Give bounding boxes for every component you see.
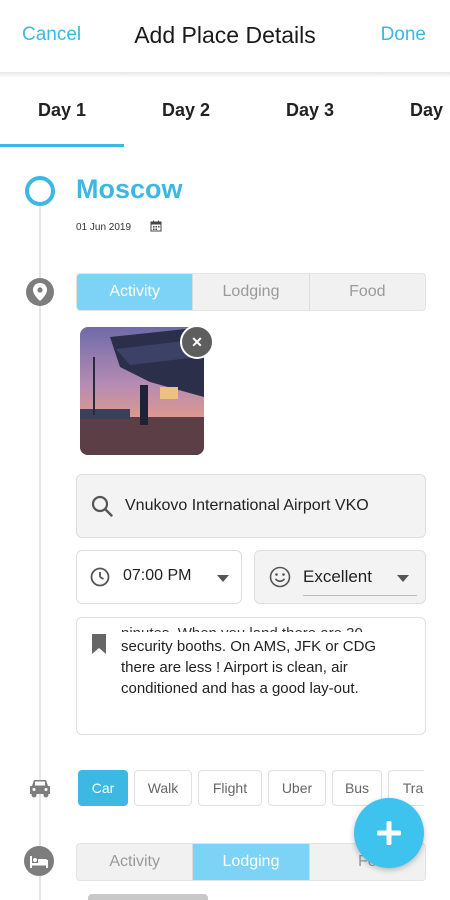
notes-scrolled-text: ninutes. When you land there are 30	[121, 624, 363, 632]
category-segmented-control: Activity Lodging Food	[76, 273, 426, 311]
header: Cancel Add Place Details Done	[0, 0, 450, 72]
city-title: Moscow	[76, 174, 183, 204]
remove-photo-button[interactable]: ✕	[180, 325, 214, 359]
tab-day-1[interactable]: Day 1	[38, 100, 86, 121]
segment-lodging[interactable]: Lodging	[193, 274, 310, 310]
tab-day-4[interactable]: Day	[410, 100, 443, 121]
search-icon	[91, 495, 113, 517]
rating-value: Excellent	[303, 567, 372, 586]
segment-activity[interactable]: Activity	[77, 844, 194, 880]
transport-walk[interactable]: Walk	[134, 770, 192, 806]
rating-underline	[303, 595, 417, 596]
segment-activity[interactable]: Activity	[77, 274, 194, 310]
day-tabs: Day 1 Day 2 Day 3 Day	[0, 78, 450, 148]
chevron-down-icon	[217, 575, 229, 582]
active-tab-indicator	[0, 144, 124, 147]
tab-day-2[interactable]: Day 2	[162, 100, 210, 121]
done-button[interactable]: Done	[381, 24, 426, 46]
rating-picker[interactable]: Excellent	[254, 550, 426, 604]
clock-icon	[90, 567, 110, 587]
chevron-down-icon	[397, 575, 409, 582]
notes-text: security booths. On AMS, JFK or CDG ther…	[121, 638, 377, 697]
time-picker[interactable]: 07:00 PM	[76, 550, 242, 604]
search-input-value: Vnukovo International Airport VKO	[125, 497, 369, 514]
close-icon: ✕	[191, 333, 203, 350]
add-place-button[interactable]	[354, 798, 424, 868]
calendar-icon[interactable]	[150, 220, 162, 232]
smiley-icon	[269, 566, 291, 588]
location-pin-icon	[26, 278, 54, 306]
car-icon	[30, 780, 50, 798]
tab-day-3[interactable]: Day 3	[286, 100, 334, 121]
notes-textarea[interactable]: ninutes. When you land there are 30 secu…	[76, 617, 426, 735]
transport-car[interactable]: Car	[78, 770, 128, 806]
plus-icon	[377, 821, 401, 845]
segment-food[interactable]: Food	[310, 274, 425, 310]
bed-icon	[24, 846, 54, 876]
place-search-field[interactable]: Vnukovo International Airport VKO	[76, 474, 426, 538]
city-circle-icon	[25, 176, 55, 206]
segment-lodging[interactable]: Lodging	[193, 844, 310, 880]
transport-flight[interactable]: Flight	[198, 770, 262, 806]
lodging-photo-peek	[88, 894, 208, 900]
transport-uber[interactable]: Uber	[268, 770, 326, 806]
bookmark-icon	[92, 634, 106, 654]
date-label[interactable]: 01 Jun 2019	[76, 222, 131, 233]
time-value: 07:00 PM	[123, 567, 192, 584]
